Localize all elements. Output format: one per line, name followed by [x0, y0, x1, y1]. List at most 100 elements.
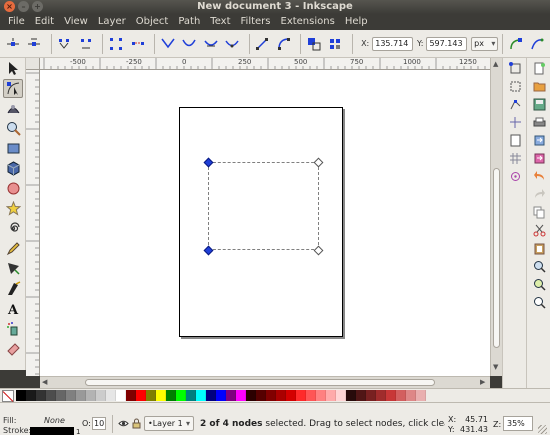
no-paint-swatch[interactable]: [2, 389, 14, 402]
current-layer-select[interactable]: •Layer 1: [144, 416, 194, 431]
fill-indicator[interactable]: None: [44, 416, 65, 425]
calligraphy-tool[interactable]: [3, 279, 23, 298]
color-swatch[interactable]: [16, 390, 26, 401]
star-tool[interactable]: [3, 199, 23, 218]
color-swatch[interactable]: [226, 390, 236, 401]
color-swatch[interactable]: [386, 390, 396, 401]
color-swatch[interactable]: [286, 390, 296, 401]
undo-button[interactable]: [531, 168, 547, 184]
open-document-button[interactable]: [531, 78, 547, 94]
color-swatch[interactable]: [26, 390, 36, 401]
menu-view[interactable]: View: [59, 14, 93, 30]
zoom-selection-button[interactable]: [531, 258, 547, 274]
color-swatch[interactable]: [46, 390, 56, 401]
menu-text[interactable]: Text: [205, 14, 235, 30]
color-swatch[interactable]: [176, 390, 186, 401]
save-document-button[interactable]: [531, 96, 547, 112]
color-swatch[interactable]: [186, 390, 196, 401]
color-swatch[interactable]: [66, 390, 76, 401]
make-symmetric-button[interactable]: [202, 35, 219, 53]
spray-tool[interactable]: [3, 319, 23, 338]
menu-filters[interactable]: Filters: [236, 14, 276, 30]
color-swatch[interactable]: [156, 390, 166, 401]
scroll-left-arrow-icon[interactable]: ◀: [42, 378, 47, 386]
color-swatch[interactable]: [336, 390, 346, 401]
color-swatch[interactable]: [346, 390, 356, 401]
scroll-down-arrow-icon[interactable]: ▼: [493, 363, 498, 371]
color-swatch[interactable]: [246, 390, 256, 401]
zoom-input[interactable]: 35%: [503, 416, 533, 431]
horizontal-scroll-thumb[interactable]: [85, 379, 435, 386]
color-swatch[interactable]: [256, 390, 266, 401]
opacity-input[interactable]: 10: [92, 417, 106, 430]
import-button[interactable]: [531, 132, 547, 148]
join-nodes-button[interactable]: [56, 35, 73, 53]
y-coordinate-input[interactable]: 597.143: [426, 36, 468, 51]
break-path-button[interactable]: [77, 35, 94, 53]
color-swatch[interactable]: [326, 390, 336, 401]
horizontal-scrollbar[interactable]: ◀ ▶: [40, 376, 490, 388]
stroke-to-path-button[interactable]: [327, 35, 344, 53]
redo-button[interactable]: [531, 186, 547, 202]
color-swatch[interactable]: [266, 390, 276, 401]
vertical-scrollbar[interactable]: ▲ ▼: [490, 58, 502, 376]
export-button[interactable]: [531, 150, 547, 166]
show-handles-button[interactable]: [529, 35, 546, 53]
snap-guide-button[interactable]: [507, 114, 523, 130]
drawing-canvas[interactable]: [40, 70, 490, 376]
pencil-tool[interactable]: [3, 239, 23, 258]
color-swatch[interactable]: [36, 390, 46, 401]
zoom-tool[interactable]: [3, 119, 23, 138]
color-swatch[interactable]: [136, 390, 146, 401]
cut-button[interactable]: [531, 222, 547, 238]
scroll-right-arrow-icon[interactable]: ▶: [480, 378, 485, 386]
zoom-page-button[interactable]: [531, 294, 547, 310]
color-swatch[interactable]: [356, 390, 366, 401]
stroke-width-value[interactable]: 1: [76, 428, 80, 435]
make-curve-button[interactable]: [275, 35, 292, 53]
color-swatch[interactable]: [396, 390, 406, 401]
color-swatch[interactable]: [366, 390, 376, 401]
color-swatch[interactable]: [126, 390, 136, 401]
join-segment-button[interactable]: [107, 35, 124, 53]
color-swatch[interactable]: [416, 390, 426, 401]
show-transform-handles-button[interactable]: [507, 35, 524, 53]
color-swatch[interactable]: [196, 390, 206, 401]
copy-button[interactable]: [531, 204, 547, 220]
spiral-tool[interactable]: [3, 219, 23, 238]
print-button[interactable]: [531, 114, 547, 130]
rectangle-tool[interactable]: [3, 139, 23, 158]
minimize-window-button[interactable]: –: [18, 1, 29, 12]
selected-path[interactable]: [208, 162, 319, 250]
menu-extensions[interactable]: Extensions: [276, 14, 340, 30]
text-tool[interactable]: A: [3, 299, 23, 318]
menu-layer[interactable]: Layer: [93, 14, 131, 30]
stroke-indicator[interactable]: [30, 427, 74, 435]
menu-object[interactable]: Object: [131, 14, 174, 30]
menu-edit[interactable]: Edit: [30, 14, 59, 30]
resize-grip-icon[interactable]: [538, 425, 547, 434]
zoom-drawing-button[interactable]: [531, 276, 547, 292]
insert-node-button[interactable]: [4, 35, 21, 53]
color-swatch[interactable]: [316, 390, 326, 401]
color-swatch[interactable]: [166, 390, 176, 401]
paste-button[interactable]: [531, 240, 547, 256]
color-swatch[interactable]: [406, 390, 416, 401]
delete-segment-button[interactable]: [129, 35, 146, 53]
enable-snapping-button[interactable]: [507, 60, 523, 76]
color-swatch[interactable]: [106, 390, 116, 401]
ellipse-tool[interactable]: [3, 179, 23, 198]
color-swatch[interactable]: [216, 390, 226, 401]
close-window-button[interactable]: ×: [4, 1, 15, 12]
object-to-path-button[interactable]: [305, 35, 322, 53]
vertical-ruler[interactable]: [26, 70, 40, 376]
maximize-window-button[interactable]: +: [32, 1, 43, 12]
make-auto-smooth-button[interactable]: [223, 35, 240, 53]
x-coordinate-input[interactable]: 135.714: [372, 36, 413, 51]
color-swatch[interactable]: [96, 390, 106, 401]
horizontal-ruler[interactable]: -500 -250 0 250 500 750 1000 1250: [40, 58, 490, 70]
unit-select[interactable]: px: [471, 36, 499, 51]
delete-node-button[interactable]: [25, 35, 42, 53]
eye-icon[interactable]: [118, 418, 129, 429]
color-swatch[interactable]: [236, 390, 246, 401]
